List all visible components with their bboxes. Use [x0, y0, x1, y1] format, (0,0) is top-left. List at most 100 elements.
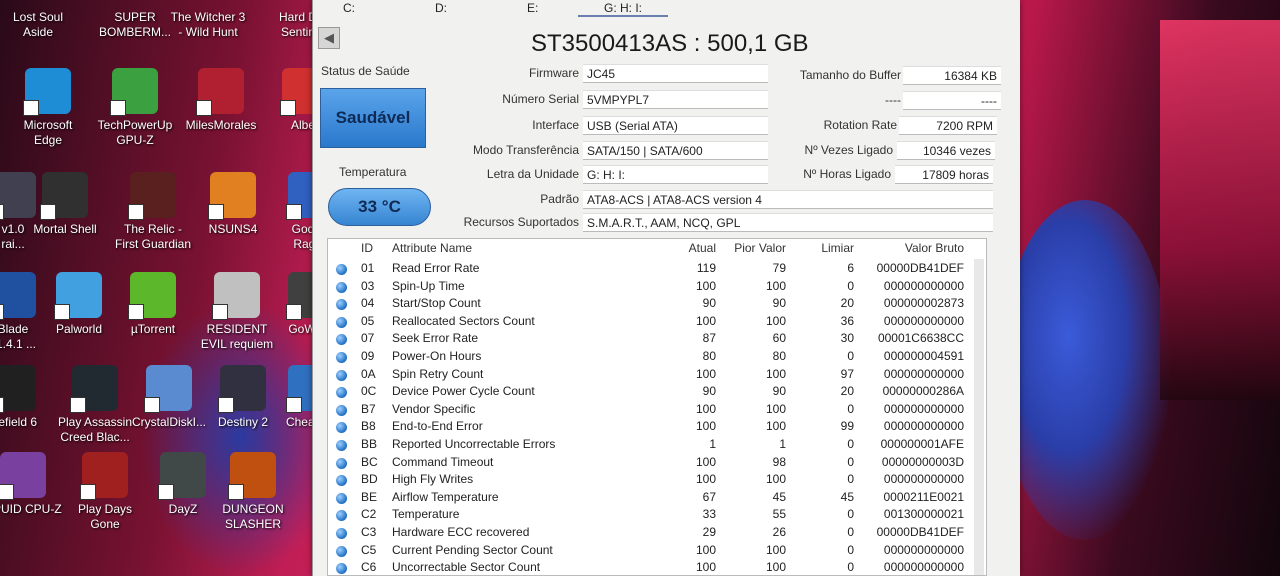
game-icon	[40, 172, 88, 220]
previous-drive-button[interactable]: ◀	[318, 27, 340, 49]
health-status-badge[interactable]: Saudável	[320, 88, 426, 148]
attr-name: Vendor Specific	[392, 401, 476, 416]
attr-id: BB	[361, 437, 378, 451]
attr-id: 07	[361, 331, 375, 346]
attr-threshold: 99	[840, 419, 854, 434]
header-id[interactable]: ID	[361, 241, 373, 255]
firmware-label: Firmware	[529, 66, 579, 80]
attr-id: BC	[361, 454, 378, 469]
table-row[interactable]: 0C Device Power Cycle Count 90 90 20 00000000…	[328, 384, 986, 401]
desktop-shortcut[interactable]: TechPowerUp GPU-Z	[92, 68, 178, 148]
attr-raw: 000000001AFE	[880, 437, 964, 451]
attr-name: End-to-End Error	[392, 419, 483, 434]
status-dot-icon	[336, 545, 347, 557]
attr-name: Read Error Rate	[392, 261, 480, 275]
attr-raw: 000000002873	[883, 296, 964, 311]
header-worst[interactable]: Pior Valor	[728, 241, 786, 255]
desktop-shortcut[interactable]: µTorrent	[110, 272, 196, 337]
attr-worst: 100	[765, 278, 786, 293]
desktop-shortcut[interactable]: CPUID CPU-Z	[0, 452, 66, 517]
drive-model-title: ST3500413AS : 500,1 GB	[531, 30, 809, 57]
desktop-shortcut-label: MilesMorales	[185, 118, 257, 132]
game-icon	[208, 172, 256, 220]
desktop-shortcut-label: TechPowerUp GPU-Z	[97, 118, 173, 147]
attr-id: C6	[361, 560, 377, 575]
desktop-shortcut[interactable]: The Witcher 3 - Wild Hunt	[165, 0, 251, 40]
table-row[interactable]: 01 Read Error Rate 119 79 6 00000DB41DEF	[328, 261, 986, 278]
attr-id: C5	[361, 542, 377, 557]
status-dot-icon	[336, 281, 347, 293]
attr-raw: 000000000000	[883, 401, 964, 416]
table-row[interactable]: 05 Reallocated Sectors Count 100 100 36 00000…	[328, 314, 986, 331]
table-row[interactable]: BC Command Timeout 100 98 0 00000000003D	[328, 455, 986, 472]
table-row[interactable]: C2 Temperature 33 55 0 001300000021	[328, 507, 986, 524]
utorrent-icon	[128, 272, 176, 320]
table-scrollbar[interactable]	[974, 259, 984, 575]
attr-raw: 000000000000	[883, 278, 964, 293]
desktop-shortcut[interactable]: MilesMorales	[178, 68, 264, 133]
desktop-shortcut[interactable]: DUNGEON SLASHER	[210, 452, 296, 532]
attr-raw: 000000000000	[883, 366, 964, 381]
header-raw-value[interactable]: Valor Bruto	[868, 241, 964, 255]
tab-d[interactable]: D:	[435, 1, 447, 15]
header-attribute-name[interactable]: Attribute Name	[392, 241, 472, 255]
attr-threshold: 0	[847, 349, 854, 363]
temperature-badge[interactable]: 33 °C	[328, 188, 431, 226]
attr-threshold: 0	[847, 542, 854, 557]
attr-name: Spin-Up Time	[392, 278, 465, 293]
attr-current: 100	[695, 454, 716, 469]
desktop-shortcut[interactable]: Play Days Gone	[62, 452, 148, 532]
drive-tabs: C: D: E: G: H: I:	[313, 0, 1020, 18]
desktop-shortcut-label: CPUID CPU-Z	[0, 502, 62, 516]
table-row[interactable]: BE Airflow Temperature 67 45 45 0000211E0021	[328, 490, 986, 507]
attr-worst: 98	[772, 454, 786, 469]
transfer-mode-label: Modo Transferência	[472, 143, 579, 157]
power-on-hours-label: Nº Horas Ligado	[803, 167, 891, 181]
table-row[interactable]: C3 Hardware ECC recovered 29 26 0 00000DB41DE…	[328, 525, 986, 542]
attr-worst: 26	[772, 525, 786, 539]
firmware-value: JC45	[583, 64, 768, 83]
desktop-shortcut[interactable]: Lost Soul Aside	[0, 0, 81, 40]
status-dot-icon	[336, 369, 347, 381]
status-dot-icon	[336, 387, 347, 399]
attr-id: C2	[361, 507, 377, 522]
desktop-shortcut[interactable]: ttlefield 6	[0, 365, 56, 430]
health-status-label: Status de Saúde	[321, 64, 410, 78]
header-threshold[interactable]: Limiar	[798, 241, 854, 255]
status-dot-icon	[336, 457, 347, 469]
smart-attributes-table[interactable]: ID Attribute Name Atual Pior Valor Limia…	[327, 238, 987, 576]
table-row[interactable]: 0A Spin Retry Count 100 100 97 000000000000	[328, 367, 986, 384]
table-row[interactable]: 07 Seek Error Rate 87 60 30 00001C6638CC	[328, 331, 986, 348]
desktop-shortcut[interactable]: Microsoft Edge	[5, 68, 91, 148]
desktop-shortcut[interactable]: NSUNS4	[190, 172, 276, 237]
desktop-shortcut[interactable]: Mortal Shell	[22, 172, 108, 237]
attr-threshold: 36	[840, 313, 854, 328]
attr-raw: 00000000003D	[881, 454, 964, 469]
desktop-shortcut-label: NSUNS4	[208, 222, 258, 236]
tab-e[interactable]: E:	[527, 1, 538, 15]
temperature-label: Temperatura	[339, 165, 407, 179]
table-row[interactable]: B7 Vendor Specific 100 100 0 000000000000	[328, 402, 986, 419]
table-row[interactable]: B8 End-to-End Error 100 100 99 000000000000	[328, 419, 986, 436]
table-row[interactable]: BD High Fly Writes 100 100 0 000000000000	[328, 472, 986, 489]
tab-ghi[interactable]: G: H: I:	[578, 1, 669, 17]
table-row[interactable]: 03 Spin-Up Time 100 100 0 000000000000	[328, 279, 986, 296]
status-dot-icon	[336, 404, 347, 416]
attr-id: 0A	[361, 366, 376, 381]
game-icon	[158, 452, 206, 500]
table-row[interactable]: C6 Uncorrectable Sector Count 100 100 0 00000…	[328, 560, 986, 575]
table-row[interactable]: 09 Power-On Hours 80 80 0 000000004591	[328, 349, 986, 366]
table-row[interactable]: C5 Current Pending Sector Count 100 100 0 000…	[328, 543, 986, 560]
tab-c[interactable]: C:	[343, 1, 355, 15]
attr-worst: 1	[779, 437, 786, 451]
desktop-shortcut[interactable]: The Relic - First Guardian	[110, 172, 196, 252]
table-row[interactable]: BB Reported Uncorrectable Errors 1 1 0 000000…	[328, 437, 986, 454]
attr-raw: 000000000000	[883, 542, 964, 557]
attr-current: 100	[695, 542, 716, 557]
rotation-rate-label: Rotation Rate	[823, 118, 897, 132]
game-icon	[0, 272, 36, 320]
header-current[interactable]: Atual	[658, 241, 716, 255]
status-dot-icon	[336, 334, 347, 346]
attr-id: B7	[361, 401, 376, 416]
table-row[interactable]: 04 Start/Stop Count 90 90 20 000000002873	[328, 296, 986, 313]
